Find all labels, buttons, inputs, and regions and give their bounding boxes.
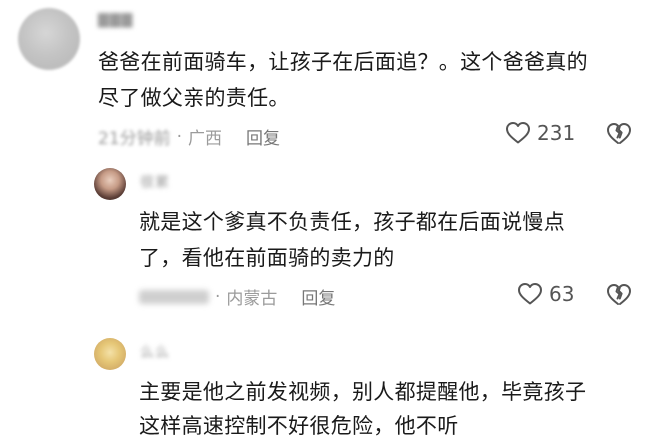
comment-text-line: 爸爸在前面骑车，让孩子在后面追？。这个爸爸真的 (98, 50, 588, 74)
broken-heart-icon (606, 283, 632, 307)
comment-author[interactable]: 很累 (140, 172, 170, 192)
comment-time: 21分钟前 (98, 129, 171, 149)
dislike-button[interactable] (606, 283, 632, 307)
reply-button[interactable]: 回复 (301, 284, 335, 309)
reply-button[interactable]: 回复 (246, 124, 280, 149)
comment-text-line: 主要是他之前发视频，别人都提醒他，毕竟孩子 (139, 380, 587, 404)
comment-text-line: 尽了做父亲的责任。 (98, 86, 290, 110)
comment-text-line: 了，看他在前面骑的卖力的 (139, 246, 395, 270)
comment-meta: · 内蒙古 回复 (139, 284, 335, 309)
heart-outline-icon (505, 121, 531, 145)
like-count: 63 (549, 282, 575, 306)
comment-time (139, 289, 209, 304)
avatar[interactable] (94, 338, 126, 370)
comment-text-line: 这样高速控制不好很危险，他不听 (139, 414, 459, 438)
comment-author[interactable]: 么么 (140, 342, 170, 362)
heart-outline-icon (517, 282, 543, 306)
comment-location: 内蒙古 (226, 289, 278, 309)
dislike-button[interactable] (606, 122, 632, 146)
comment-author[interactable]: ▇▇▇ (98, 12, 133, 28)
avatar[interactable] (94, 168, 126, 200)
comment-text-line: 就是这个爹真不负责任，孩子都在后面说慢点 (139, 210, 565, 234)
like-button[interactable]: 63 (517, 282, 574, 306)
comment-meta: 21分钟前 · 广西 回复 (98, 124, 280, 150)
like-button[interactable]: 231 (505, 121, 575, 145)
like-count: 231 (537, 121, 576, 145)
broken-heart-icon (606, 122, 632, 146)
comment-location: 广西 (188, 129, 223, 149)
avatar[interactable] (18, 8, 80, 70)
